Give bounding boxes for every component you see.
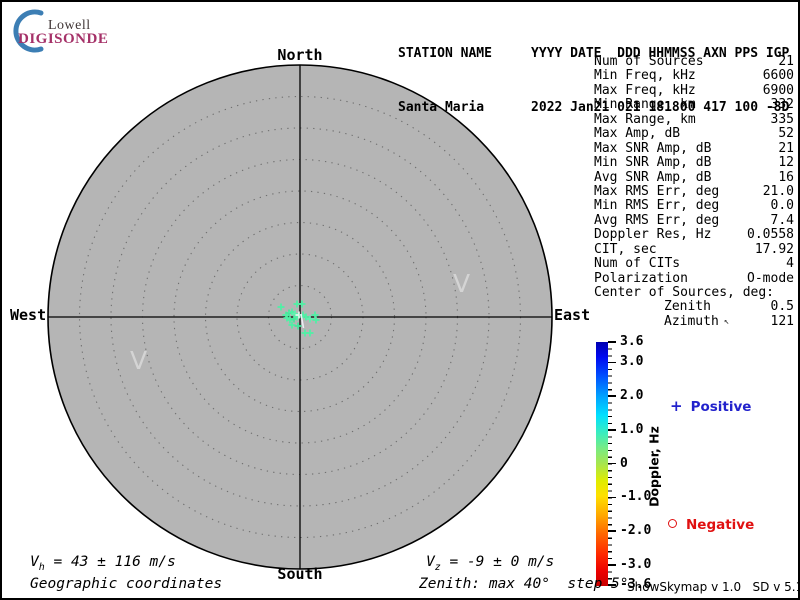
param-value: 335 <box>771 113 794 127</box>
param-label: Num of Sources <box>594 55 704 69</box>
param-row: Max Amp, dB 52 <box>594 127 794 141</box>
param-label: Zenith <box>594 300 711 314</box>
param-label: CIT, sec <box>594 243 657 257</box>
param-row: Doppler Res, Hz 0.0558 <box>594 228 794 242</box>
colorbar-tick <box>608 395 616 397</box>
param-value: 12 <box>778 156 794 170</box>
param-row: Max Freq, kHz 6900 <box>594 84 794 98</box>
azimuth-arrow-icon: ↖ <box>724 317 729 327</box>
param-value: 52 <box>778 127 794 141</box>
param-value: 6900 <box>763 84 794 98</box>
param-label: Azimuth↖ <box>594 315 729 329</box>
param-row: Polarization O-mode <box>594 272 794 286</box>
colorbar-tick <box>608 341 616 343</box>
watermark-v-icon: V <box>130 346 147 375</box>
positive-label: Positive <box>691 399 752 415</box>
param-label: Max Amp, dB <box>594 127 680 141</box>
version-label: ShowSkymap v 1.0 SD v 5.1 <box>627 580 795 594</box>
param-label: Doppler Res, Hz <box>594 228 711 242</box>
param-row: Azimuth↖ 121 <box>594 315 794 329</box>
colorbar-tick-label: 0 <box>620 456 628 471</box>
param-row: Max SNR Amp, dB 21 <box>594 142 794 156</box>
compass-east-label: East <box>554 306 590 324</box>
vertical-velocity-readout: Vz = -9 ± 0 m/s <box>426 554 554 573</box>
coordinates-label: Geographic coordinates <box>30 576 222 592</box>
zenith-range-label: Zenith: max 40° step 5° <box>419 576 629 592</box>
colorbar-tick <box>608 362 616 364</box>
lowell-digisonde-logo: Lowell DIGISONDE <box>2 2 142 54</box>
param-label: Avg RMS Err, deg <box>594 214 719 228</box>
circle-icon <box>668 519 677 528</box>
param-value: 21 <box>778 55 794 69</box>
colorbar-tick <box>608 497 616 499</box>
negative-label: Negative <box>686 517 754 533</box>
compass-south-label: South <box>273 565 327 583</box>
param-value: 0.5 <box>771 300 794 314</box>
colorbar-gradient <box>596 342 608 586</box>
param-row: Avg RMS Err, deg 7.4 <box>594 214 794 228</box>
compass-west-label: West <box>10 306 46 324</box>
colorbar-tick-label: -3.0 <box>620 557 651 572</box>
param-label: Min Freq, kHz <box>594 69 696 83</box>
vz-symbol: V <box>426 554 435 570</box>
vh-symbol: V <box>30 554 39 570</box>
horizontal-velocity-readout: Vh = 43 ± 116 m/s <box>30 554 176 573</box>
param-row: Min Range, km 332 <box>594 98 794 112</box>
param-row: Max RMS Err, deg 21.0 <box>594 185 794 199</box>
param-label: Center of Sources, deg: <box>594 286 774 300</box>
colorbar-tick-label: 2.0 <box>620 388 643 403</box>
param-label: Max RMS Err, deg <box>594 185 719 199</box>
negative-legend: Negative <box>668 517 754 533</box>
param-label: Min SNR Amp, dB <box>594 156 711 170</box>
param-value: 21.0 <box>763 185 794 199</box>
vh-value: = 43 ± 116 m/s <box>45 554 176 570</box>
param-label: Max SNR Amp, dB <box>594 142 711 156</box>
param-label: Max Freq, kHz <box>594 84 696 98</box>
param-row: Min Freq, kHz 6600 <box>594 69 794 83</box>
param-label: Min RMS Err, deg <box>594 199 719 213</box>
watermark-v-icon: V <box>453 269 470 298</box>
param-row: Center of Sources, deg: <box>594 286 794 300</box>
param-value: 0.0558 <box>747 228 794 242</box>
param-value: 6600 <box>763 69 794 83</box>
parameter-panel: Num of Sources21Min Freq, kHz6600Max Fre… <box>594 55 794 329</box>
colorbar-ticks: 3.63.02.01.00-1.0-2.0-3.0-3.6 <box>608 342 672 586</box>
positive-legend: + Positive <box>670 397 751 415</box>
param-value: 0.0 <box>771 199 794 213</box>
colorbar-tick <box>608 463 616 465</box>
param-label: Max Range, km <box>594 113 696 127</box>
colorbar-tick-label: 1.0 <box>620 422 643 437</box>
colorbar-tick <box>608 564 616 566</box>
param-value: 7.4 <box>771 214 794 228</box>
param-row: Avg SNR Amp, dB 16 <box>594 171 794 185</box>
colorbar-tick-label: 3.6 <box>620 334 643 349</box>
param-value: 121 <box>771 315 794 329</box>
param-row: Zenith 0.5 <box>594 300 794 314</box>
plus-icon: + <box>670 397 683 415</box>
param-label: Avg SNR Amp, dB <box>594 171 711 185</box>
param-row: Min RMS Err, deg 0.0 <box>594 199 794 213</box>
compass-north-label: North <box>273 46 327 64</box>
param-value: O-mode <box>747 272 794 286</box>
param-row: Num of Sources 21 <box>594 55 794 69</box>
colorbar-tick <box>608 530 616 532</box>
param-row: Min SNR Amp, dB 12 <box>594 156 794 170</box>
showskymap-window: V V Lowell DIGISONDE STATION NAME YYYY D… <box>0 0 800 600</box>
param-value: 332 <box>771 98 794 112</box>
param-value: 17.92 <box>755 243 794 257</box>
colorbar-tick-label: 3.0 <box>620 354 643 369</box>
param-row: CIT, sec 17.92 <box>594 243 794 257</box>
param-value: 4 <box>786 257 794 271</box>
param-value: 21 <box>778 142 794 156</box>
param-label: Min Range, km <box>594 98 696 112</box>
param-label: Polarization <box>594 272 688 286</box>
colorbar-title: Doppler, Hz <box>647 387 662 547</box>
logo-digisonde-text: DIGISONDE <box>18 31 108 48</box>
param-row: Num of CITs 4 <box>594 257 794 271</box>
param-value: 16 <box>778 171 794 185</box>
vz-value: = -9 ± 0 m/s <box>441 554 555 570</box>
colorbar-tick <box>608 429 616 431</box>
param-label: Num of CITs <box>594 257 680 271</box>
param-row: Max Range, km 335 <box>594 113 794 127</box>
